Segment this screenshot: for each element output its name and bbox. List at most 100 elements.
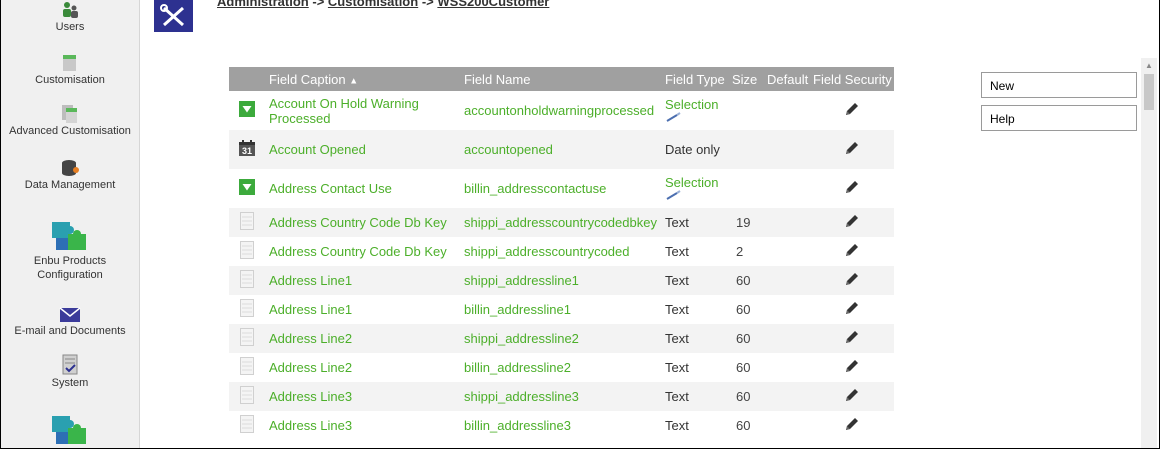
- column-header-field-caption[interactable]: Field Caption ▲: [265, 67, 460, 91]
- column-header-size[interactable]: Size: [728, 67, 763, 91]
- pencil-icon[interactable]: [843, 244, 861, 262]
- vertical-scrollbar[interactable]: ▲: [1141, 58, 1157, 448]
- column-header-field-security[interactable]: Field Security: [809, 67, 894, 91]
- sidebar-item-email-and-documents[interactable]: E-mail and Documents: [1, 306, 139, 338]
- users-icon: [63, 2, 78, 18]
- pencil-icon[interactable]: [843, 103, 861, 121]
- sidebar-item-data-management[interactable]: Data Management: [1, 158, 139, 192]
- pencil-icon[interactable]: [843, 181, 861, 199]
- field-caption-cell[interactable]: Address Country Code Db Key: [265, 208, 460, 237]
- puzzle-icon: [52, 222, 86, 250]
- field-name-cell[interactable]: shippi_addresscountrycoded: [460, 237, 661, 266]
- sidebar-item-label: Users: [55, 21, 85, 33]
- sidebar-item-enbu-products-configuration[interactable]: Enbu Products Configuration: [1, 218, 139, 282]
- magic-wand-icon[interactable]: [665, 110, 683, 125]
- new-button[interactable]: New: [981, 72, 1137, 98]
- table-row[interactable]: 31 Account Opened accountopened Date only: [229, 130, 894, 169]
- field-name-cell[interactable]: accountonholdwarningprocessed: [460, 91, 661, 130]
- field-security-cell[interactable]: [809, 266, 894, 295]
- field-security-cell[interactable]: [809, 382, 894, 411]
- field-security-cell[interactable]: [809, 411, 894, 440]
- help-button[interactable]: Help: [981, 105, 1137, 131]
- field-caption-cell[interactable]: Address Line3: [265, 411, 460, 440]
- table-row[interactable]: Address Line2 billin_addressline2 Text 60: [229, 353, 894, 382]
- sidebar-item-system[interactable]: System: [1, 354, 139, 390]
- field-type-label: Text: [665, 331, 689, 346]
- table-row[interactable]: Address Line3 shippi_addressline3 Text 60: [229, 382, 894, 411]
- field-name-cell[interactable]: accountopened: [460, 130, 661, 169]
- table-row[interactable]: Address Contact Use billin_addresscontact…: [229, 169, 894, 208]
- customisation-icon: [63, 55, 76, 71]
- field-caption-cell[interactable]: Account Opened: [265, 130, 460, 169]
- sidebar-item-advanced-customisation[interactable]: Advanced Customisation: [1, 104, 139, 138]
- sidebar-item-users[interactable]: Users: [1, 0, 139, 34]
- field-type-label: Text: [665, 215, 689, 230]
- field-caption-cell[interactable]: Address Line2: [265, 324, 460, 353]
- table-row[interactable]: Address Country Code Db Key shippi_addres…: [229, 208, 894, 237]
- column-header-field-type[interactable]: Field Type: [661, 67, 728, 91]
- field-name-cell[interactable]: shippi_addressline2: [460, 324, 661, 353]
- field-security-cell[interactable]: [809, 295, 894, 324]
- breadcrumb-customisation[interactable]: Customisation: [328, 0, 418, 9]
- table-row[interactable]: Address Country Code Db Key shippi_addres…: [229, 237, 894, 266]
- field-security-cell[interactable]: [809, 208, 894, 237]
- scrollbar-thumb[interactable]: [1144, 74, 1154, 110]
- table-row[interactable]: Address Line1 shippi_addressline1 Text 60: [229, 266, 894, 295]
- field-name-cell[interactable]: shippi_addressline1: [460, 266, 661, 295]
- magic-wand-icon[interactable]: [665, 188, 683, 203]
- field-caption-cell[interactable]: Address Line1: [265, 266, 460, 295]
- field-name-cell[interactable]: billin_addresscontactuse: [460, 169, 661, 208]
- pencil-icon[interactable]: [843, 331, 861, 349]
- pencil-icon[interactable]: [843, 215, 861, 233]
- field-name-cell[interactable]: billin_addressline2: [460, 353, 661, 382]
- column-header-field-name[interactable]: Field Name: [460, 67, 661, 91]
- size-cell: 60: [736, 418, 751, 433]
- field-security-cell[interactable]: [809, 353, 894, 382]
- pencil-icon[interactable]: [843, 360, 861, 378]
- table-row[interactable]: Account On Hold Warning Processed account…: [229, 91, 894, 130]
- field-security-cell[interactable]: [809, 169, 894, 208]
- table-row[interactable]: Address Line3 billin_addressline3 Text 60: [229, 411, 894, 440]
- sidebar-item-customisation[interactable]: Customisation: [1, 53, 139, 87]
- field-name-cell[interactable]: shippi_addresscountrycodedbkey: [460, 208, 661, 237]
- field-caption-cell[interactable]: Address Line3: [265, 382, 460, 411]
- field-security-cell[interactable]: [809, 237, 894, 266]
- breadcrumb-administration[interactable]: Administration: [217, 0, 309, 9]
- field-name-cell[interactable]: shippi_addressline3: [460, 382, 661, 411]
- data-management-icon: [62, 160, 79, 176]
- field-security-cell[interactable]: [809, 130, 894, 169]
- field-caption-cell[interactable]: Address Line1: [265, 295, 460, 324]
- default-cell: [763, 266, 809, 295]
- sidebar-item-label: Enbu Products Configuration: [33, 255, 107, 281]
- pencil-icon[interactable]: [843, 273, 861, 291]
- field-caption-cell[interactable]: Address Contact Use: [265, 169, 460, 208]
- field-type-cell: [229, 353, 265, 382]
- field-security-cell[interactable]: [809, 324, 894, 353]
- field-type-value-cell[interactable]: Selection: [661, 169, 728, 208]
- table-row[interactable]: Address Line2 shippi_addressline2 Text 60: [229, 324, 894, 353]
- size-cell: [728, 169, 763, 208]
- field-type-value-cell: Text: [661, 382, 728, 411]
- pencil-icon[interactable]: [843, 142, 861, 160]
- field-caption-cell[interactable]: Account On Hold Warning Processed: [265, 91, 460, 130]
- field-security-cell[interactable]: [809, 91, 894, 130]
- column-header-default[interactable]: Default: [763, 67, 809, 91]
- pencil-icon[interactable]: [843, 302, 861, 320]
- text-field-icon: [240, 270, 254, 291]
- field-name-cell[interactable]: billin_addressline1: [460, 295, 661, 324]
- breadcrumb-current-entity[interactable]: WSS200Customer: [437, 0, 549, 9]
- field-caption-cell[interactable]: Address Country Code Db Key: [265, 237, 460, 266]
- field-name-cell[interactable]: billin_addressline3: [460, 411, 661, 440]
- field-type-cell: [229, 169, 265, 208]
- field-caption-cell[interactable]: Address Line2: [265, 353, 460, 382]
- pencil-icon[interactable]: [843, 389, 861, 407]
- field-type-value-cell: Text: [661, 324, 728, 353]
- puzzle-icon: [52, 416, 86, 444]
- sidebar-item-products[interactable]: [1, 412, 139, 448]
- field-type-value-cell[interactable]: Selection: [661, 91, 728, 130]
- field-type-label: Text: [665, 389, 689, 404]
- pencil-icon[interactable]: [843, 418, 861, 436]
- table-row[interactable]: Address Line1 billin_addressline1 Text 60: [229, 295, 894, 324]
- breadcrumb: Administration -> Customisation -> WSS20…: [217, 0, 549, 9]
- scroll-up-icon[interactable]: ▲: [1145, 61, 1153, 70]
